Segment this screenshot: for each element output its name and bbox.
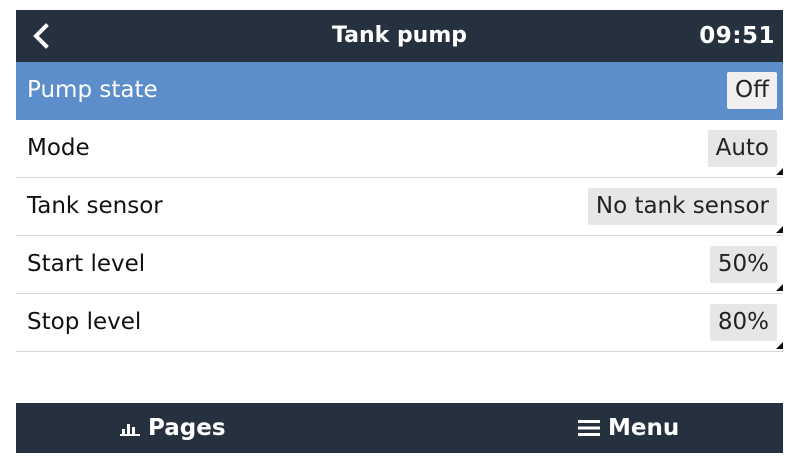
tank-sensor-row[interactable]: Tank sensor No tank sensor <box>16 178 783 236</box>
edit-indicator-icon <box>776 168 783 175</box>
header-bar: Tank pump 09:51 <box>16 10 783 62</box>
pump-state-row[interactable]: Pump state Off <box>16 62 783 120</box>
start-level-row[interactable]: Start level 50% <box>16 236 783 294</box>
tank-sensor-value[interactable]: No tank sensor <box>587 188 777 225</box>
pump-state-value[interactable]: Off <box>727 72 777 109</box>
bar-chart-icon <box>120 420 140 436</box>
page-title: Tank pump <box>331 23 468 48</box>
row-label: Start level <box>27 251 146 277</box>
stop-level-row[interactable]: Stop level 80% <box>16 294 783 352</box>
mode-value[interactable]: Auto <box>707 130 777 167</box>
edit-indicator-icon <box>776 342 783 349</box>
pages-button[interactable]: Pages <box>120 403 226 453</box>
footer-bar: Pages Menu <box>16 403 783 453</box>
start-level-value[interactable]: 50% <box>709 246 777 283</box>
edit-indicator-icon <box>776 226 783 233</box>
row-label: Mode <box>27 135 90 161</box>
pages-label: Pages <box>148 415 226 441</box>
settings-list: Pump state Off Mode Auto Tank sensor No … <box>16 62 783 352</box>
mode-row[interactable]: Mode Auto <box>16 120 783 178</box>
clock: 09:51 <box>699 23 775 49</box>
menu-button[interactable]: Menu <box>578 403 679 453</box>
edit-indicator-icon <box>776 284 783 291</box>
row-label: Stop level <box>27 309 142 335</box>
menu-label: Menu <box>608 415 680 441</box>
row-label: Tank sensor <box>27 193 163 219</box>
stop-level-value[interactable]: 80% <box>709 304 777 341</box>
device-screen: Tank pump 09:51 Pump state Off Mode Auto… <box>16 10 783 453</box>
row-label: Pump state <box>27 77 158 103</box>
hamburger-menu-icon <box>578 419 600 437</box>
